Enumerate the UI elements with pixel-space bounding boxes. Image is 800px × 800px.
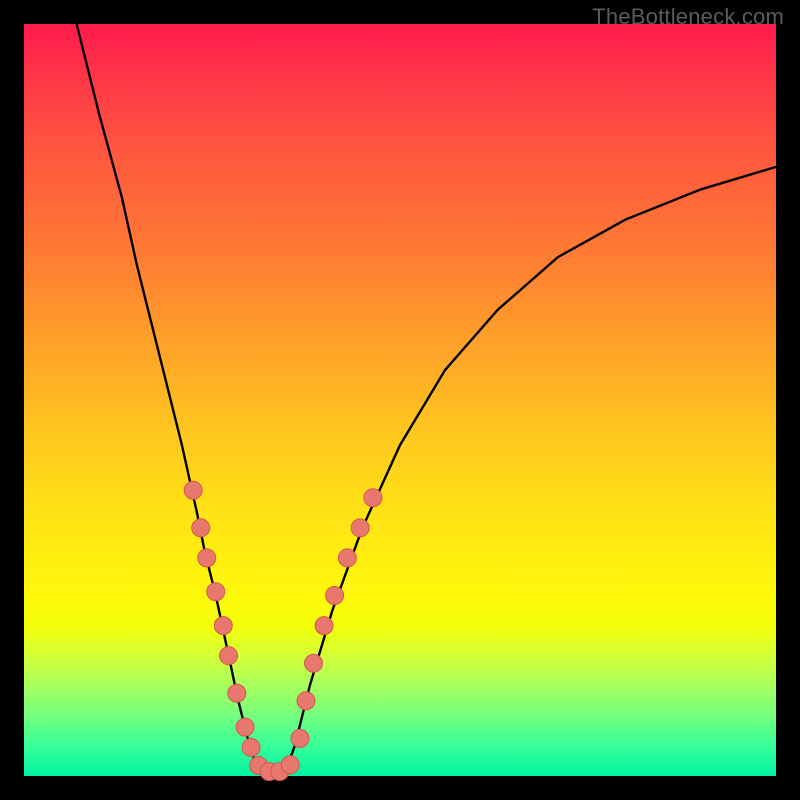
marker-dot (220, 647, 238, 665)
marker-dot (305, 654, 323, 672)
marker-dot (214, 617, 232, 635)
marker-dot (228, 684, 246, 702)
marker-dot (291, 729, 309, 747)
marker-dot (351, 519, 369, 537)
marker-dot (198, 549, 216, 567)
marker-dot (297, 692, 315, 710)
marker-dot (364, 489, 382, 507)
marker-dot (242, 738, 260, 756)
marker-dot-group (184, 481, 382, 780)
chart-svg (24, 24, 776, 776)
bottleneck-curve (77, 24, 776, 774)
chart-stage: TheBottleneck.com (0, 0, 800, 800)
marker-dot (326, 587, 344, 605)
marker-dot (236, 718, 254, 736)
marker-dot (184, 481, 202, 499)
marker-dot (192, 519, 210, 537)
marker-dot (281, 756, 299, 774)
curve-group (77, 24, 776, 774)
marker-dot (338, 549, 356, 567)
marker-dot (207, 583, 225, 601)
marker-dot (315, 617, 333, 635)
